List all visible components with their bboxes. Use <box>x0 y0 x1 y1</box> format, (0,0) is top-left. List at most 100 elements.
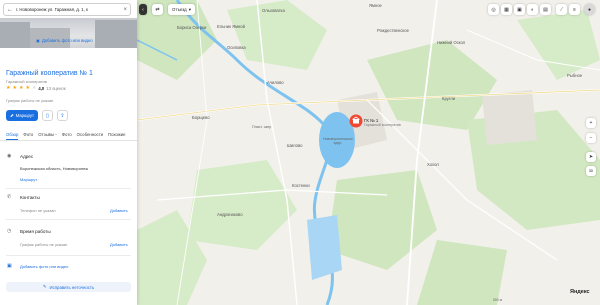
place-tabs: Обзор Фото Отзывы • Фото Особенности Пох… <box>0 131 137 141</box>
route-button[interactable]: ⬈ Маршрут <box>6 110 38 121</box>
divider <box>6 219 131 220</box>
traffic-dropdown[interactable]: Отъезд ▾ <box>168 4 195 15</box>
address-text: Воронежская область, Нововоронеж <box>20 166 89 171</box>
map-label-l10: Рыбное <box>567 73 583 78</box>
plus-icon: + <box>589 120 593 126</box>
transport-button[interactable]: ▣ <box>514 4 525 15</box>
place-category: Гаражный кооператив <box>6 79 47 84</box>
tab-reviews-count: • <box>55 132 57 137</box>
map-label-l12: Хохол <box>427 162 439 167</box>
panorama-button[interactable]: ◐ <box>527 4 538 15</box>
add-photo-label: Добавить фото или видео <box>41 38 93 43</box>
bookmark-button[interactable]: ▯ <box>42 110 53 121</box>
add-photo-bottom-link[interactable]: Добавить фото или видео <box>20 264 68 269</box>
print-button[interactable]: ▤ <box>540 4 551 15</box>
menu-icon: ≡ <box>573 6 576 13</box>
map-label-l2: Ямное <box>369 3 382 8</box>
star-icon: ★ <box>6 85 11 91</box>
map-label-l11: Андронаково <box>217 212 243 217</box>
tab-features[interactable]: Особенности <box>77 131 103 140</box>
hours-text: График работы не указан <box>20 242 68 247</box>
map-canvas[interactable]: Ольховатка Ямное Ельник Ямной Рождествен… <box>137 0 600 305</box>
panel-collapse-button[interactable]: ‹ <box>139 4 147 15</box>
route-toggle-button[interactable]: ⇄ <box>152 4 163 15</box>
scale-bar: 500 м <box>493 298 502 302</box>
location-pin-icon <box>349 114 363 128</box>
action-buttons: ⬈ Маршрут ▯ ⇪ <box>6 110 68 121</box>
locate-button[interactable]: ➤ <box>586 152 596 162</box>
tab-similar[interactable]: Похожие <box>108 131 126 140</box>
scale-text: 500 м <box>493 298 502 302</box>
divider <box>6 255 131 256</box>
zoom-out-button[interactable]: − <box>586 133 596 143</box>
phone-icon: ✆ <box>7 194 12 200</box>
chevron-left-icon: ‹ <box>142 6 144 13</box>
map-label-l5: Осиповка <box>227 45 246 50</box>
pin-label: ГК № 1 Гаражный кооператив <box>364 118 401 127</box>
map-label-l6: Ачилово <box>267 80 284 85</box>
chevron-down-icon: ▾ <box>188 6 191 12</box>
print-icon: ▤ <box>543 6 548 13</box>
close-icon[interactable]: × <box>123 7 127 13</box>
phone-placeholder: Телефон не указан <box>20 208 56 213</box>
reservoir-label: Нововоронежское вдхр. <box>322 137 354 145</box>
pin-category: Гаражный кооператив <box>364 123 401 127</box>
place-photo[interactable] <box>0 18 137 48</box>
rating-row[interactable]: ★ ★ ★ ★ ★ 4,0 13 оценок <box>6 85 66 92</box>
zoom-in-button[interactable]: + <box>586 118 596 128</box>
menu-button[interactable]: ≡ <box>569 4 580 15</box>
place-panel: ← г. Нововоронеж ул. Гаражная, д. 1, к ×… <box>0 0 137 305</box>
share-icon: ⇪ <box>60 112 65 119</box>
map-label-l7: Борщево <box>192 115 210 120</box>
star-icon: ★ <box>31 85 37 91</box>
clock-icon: ◷ <box>7 228 12 234</box>
address-route-link[interactable]: Маршрут <box>20 177 37 182</box>
user-icon: ● <box>587 6 592 13</box>
star-icon: ★ <box>12 85 17 91</box>
map-label-l4: Рождественское <box>377 28 409 33</box>
rating-count: 13 оценок <box>46 86 66 91</box>
map-label-l8: Шилово <box>287 143 303 148</box>
map-label-l3: Ельник Ямной <box>217 24 245 29</box>
traffic-light-icon: ▦ <box>504 6 509 13</box>
3d-button[interactable]: 3D <box>586 166 596 176</box>
layers-button[interactable]: ◎ <box>488 4 499 15</box>
bus-icon: ▣ <box>517 6 522 13</box>
traffic-label: Отъезд <box>172 7 187 12</box>
navigation-arrow-icon: ➤ <box>588 154 594 160</box>
arrow-left-icon[interactable]: ← <box>7 7 13 13</box>
add-phone-link[interactable]: Добавить <box>110 208 128 213</box>
3d-icon: 3D <box>588 169 594 173</box>
add-hours-link[interactable]: Добавить <box>110 242 128 247</box>
bookmark-icon: ▯ <box>46 112 49 119</box>
ruler-icon: ⟋ <box>559 6 564 13</box>
contacts-title: Контакты <box>20 195 40 200</box>
hours-summary: График работы не указан <box>6 98 54 103</box>
map-label-l14: Нижний Оскол <box>437 40 466 45</box>
tab-reviews[interactable]: Отзывы • <box>38 131 56 140</box>
location-icon: ◉ <box>7 153 12 159</box>
rating-score: 4,0 <box>38 86 45 91</box>
pencil-icon: ✎ <box>42 284 47 289</box>
tab-photos-2[interactable]: Фото <box>62 131 72 140</box>
address-title: Адрес <box>20 154 34 159</box>
route-icon: ⬈ <box>10 112 14 118</box>
ruler-button[interactable]: ⟋ <box>556 4 567 15</box>
map-pin[interactable] <box>349 114 363 132</box>
search-bar[interactable]: ← г. Нововоронеж ул. Гаражная, д. 1, к × <box>3 3 131 16</box>
traffic-button[interactable]: ▦ <box>501 4 512 15</box>
avatar[interactable]: ● <box>584 4 595 15</box>
search-input[interactable]: г. Нововоронеж ул. Гаражная, д. 1, к <box>16 7 120 12</box>
edit-button[interactable]: ✎ Исправить неточность <box>6 282 131 292</box>
hours-title: Время работы <box>20 229 51 234</box>
layers-icon: ◎ <box>491 6 496 13</box>
share-button[interactable]: ⇪ <box>57 110 68 121</box>
map-label-l15: Бориса Озерки <box>177 25 207 30</box>
star-icon: ★ <box>25 85 30 91</box>
map-svg <box>137 0 600 305</box>
tab-overview[interactable]: Обзор <box>6 131 19 140</box>
tab-photos[interactable]: Фото <box>23 131 33 140</box>
camera-icon: ▣ <box>36 38 40 43</box>
add-photo-button[interactable]: ▣ Добавить фото или видео <box>36 38 93 43</box>
place-title: Гаражный кооператив № 1 <box>6 70 93 77</box>
